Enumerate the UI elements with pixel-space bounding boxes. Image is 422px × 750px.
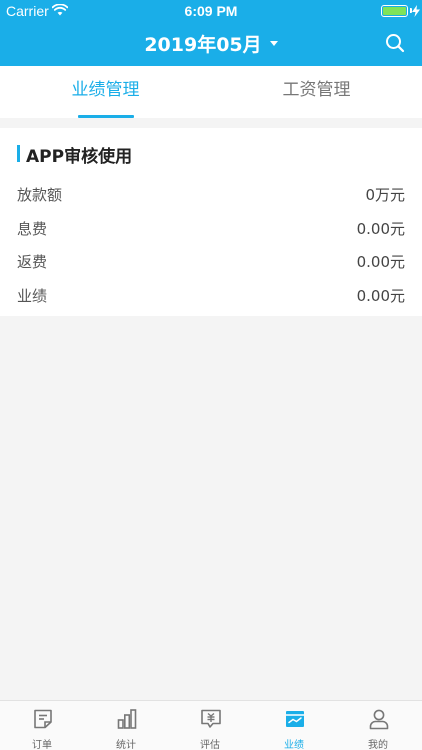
stats-icon <box>117 709 137 729</box>
profile-icon <box>369 709 389 730</box>
row-rebate: 返费 0.00元 <box>17 251 405 273</box>
row-performance: 业绩 0.00元 <box>17 285 405 307</box>
row-label: 放款额 <box>17 186 63 204</box>
title-accent-bar <box>17 145 20 162</box>
tab-indicator <box>78 115 134 118</box>
row-value: 0万元 <box>365 186 405 204</box>
tabbar-item-performance[interactable]: 业绩 <box>252 701 336 750</box>
nav-bar: 2019年05月 <box>0 22 422 66</box>
status-bar: Carrier 6:09 PM <box>0 0 422 22</box>
row-label: 业绩 <box>17 287 48 305</box>
order-icon <box>34 709 52 729</box>
tabbar-label: 业绩 <box>284 740 304 750</box>
tabbar-label: 统计 <box>116 740 136 750</box>
row-loan-amount: 放款额 0万元 <box>17 184 405 206</box>
month-picker[interactable]: 2019年05月 <box>0 30 422 57</box>
tabbar-item-orders[interactable]: 订单 <box>0 701 84 750</box>
tabbar-item-evaluate[interactable]: 评估 <box>168 701 252 750</box>
charging-icon <box>412 5 420 17</box>
screen: Carrier 6:09 PM 2019年05月 业绩管理 工资管理 APP审核… <box>0 0 422 750</box>
month-title: 2019年05月 <box>144 34 262 56</box>
tab-label: 业绩管理 <box>71 80 140 100</box>
row-value: 0.00元 <box>356 220 405 238</box>
tabbar-item-profile[interactable]: 我的 <box>336 701 420 750</box>
status-time: 6:09 PM <box>184 3 238 19</box>
row-value: 0.00元 <box>356 287 405 305</box>
tabbar-label: 我的 <box>368 740 388 750</box>
tabbar-label: 订单 <box>32 740 52 750</box>
evaluate-icon <box>201 709 221 728</box>
performance-icon <box>286 711 304 727</box>
search-icon[interactable] <box>384 32 406 54</box>
segment-tabs: 业绩管理 工资管理 <box>0 66 422 118</box>
tab-performance-management[interactable]: 业绩管理 <box>0 66 211 118</box>
tabbar-item-stats[interactable]: 统计 <box>84 701 168 750</box>
bottom-tab-bar: 订单 统计 评估 业绩 我的 <box>0 700 422 750</box>
row-label: 息费 <box>17 220 48 238</box>
tabbar-label: 评估 <box>200 740 220 750</box>
row-value: 0.00元 <box>356 253 405 271</box>
card-title: APP审核使用 <box>26 147 133 167</box>
row-interest-fee: 息费 0.00元 <box>17 218 405 240</box>
header: Carrier 6:09 PM 2019年05月 <box>0 0 422 66</box>
row-label: 返费 <box>17 253 48 271</box>
summary-card: APP审核使用 放款额 0万元 息费 0.00元 返费 0.00元 业绩 0.0… <box>0 128 422 316</box>
tab-salary-management[interactable]: 工资管理 <box>211 66 422 118</box>
tab-label: 工资管理 <box>282 80 351 100</box>
battery-icon <box>381 5 408 17</box>
caret-down-icon <box>269 41 278 46</box>
